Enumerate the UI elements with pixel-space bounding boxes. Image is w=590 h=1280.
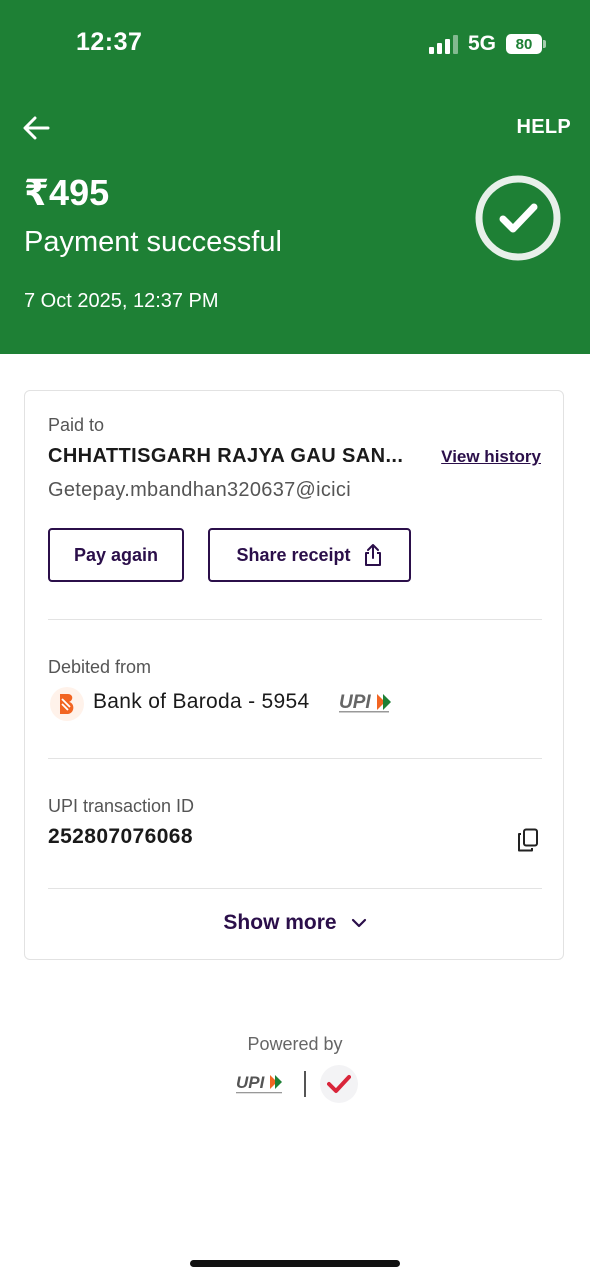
chevron-down-icon [351, 918, 366, 928]
npci-logo [319, 1065, 358, 1103]
home-indicator [190, 1260, 400, 1267]
footer-logos: UPI [234, 1064, 360, 1104]
payee-name: CHHATTISGARH RAJYA GAU SAN... [48, 445, 404, 467]
help-button[interactable]: HELP [516, 116, 571, 139]
battery-level: 80 [515, 35, 533, 53]
payment-datetime: 7 Oct 2025, 12:37 PM [24, 290, 219, 312]
upi-logo: UPI [339, 692, 391, 713]
logo-separator [304, 1071, 306, 1097]
upi-transaction-id-label: UPI transaction ID [48, 796, 195, 816]
payment-status-title: Payment successful [24, 226, 282, 258]
show-more-button[interactable]: Show more [25, 911, 565, 935]
pay-again-label: Pay again [73, 544, 159, 565]
view-history-link[interactable]: View history [441, 447, 541, 467]
status-indicators: 5G 80 [428, 30, 546, 58]
show-more-label: Show more [223, 911, 337, 934]
divider [48, 619, 542, 620]
debit-account: Bank of Baroda - 5954 [93, 690, 310, 713]
signal-icon [428, 34, 458, 54]
divider [48, 758, 542, 759]
debited-from-label: Debited from [48, 657, 152, 677]
battery-icon: 80 [506, 34, 546, 54]
upi-logo: UPI [236, 1073, 282, 1094]
divider [48, 888, 542, 889]
transaction-details-card: Paid to CHHATTISGARH RAJYA GAU SAN... Vi… [24, 390, 564, 960]
check-circle-icon [475, 175, 561, 261]
bank-of-baroda-logo [50, 687, 84, 721]
powered-by-label: Powered by [247, 1034, 343, 1054]
payment-header: 12:37 5G 80 HELP ₹495 Payment successful… [0, 0, 590, 354]
share-receipt-button[interactable]: Share receipt [208, 528, 411, 582]
network-type: 5G [467, 32, 496, 55]
share-icon [364, 544, 381, 566]
payment-amount: ₹495 [24, 172, 110, 213]
payee-upi-id: Getepay.mbandhan320637@icici [48, 479, 351, 501]
svg-text:UPI: UPI [236, 1073, 266, 1092]
back-arrow-icon[interactable] [20, 112, 52, 144]
copy-icon[interactable] [517, 828, 539, 852]
svg-text:UPI: UPI [339, 692, 371, 713]
upi-transaction-id: 252807076068 [48, 825, 193, 848]
share-receipt-label: Share receipt [236, 544, 351, 565]
pay-again-button[interactable]: Pay again [48, 528, 184, 582]
paid-to-label: Paid to [48, 415, 105, 435]
status-time: 12:37 [76, 28, 143, 56]
